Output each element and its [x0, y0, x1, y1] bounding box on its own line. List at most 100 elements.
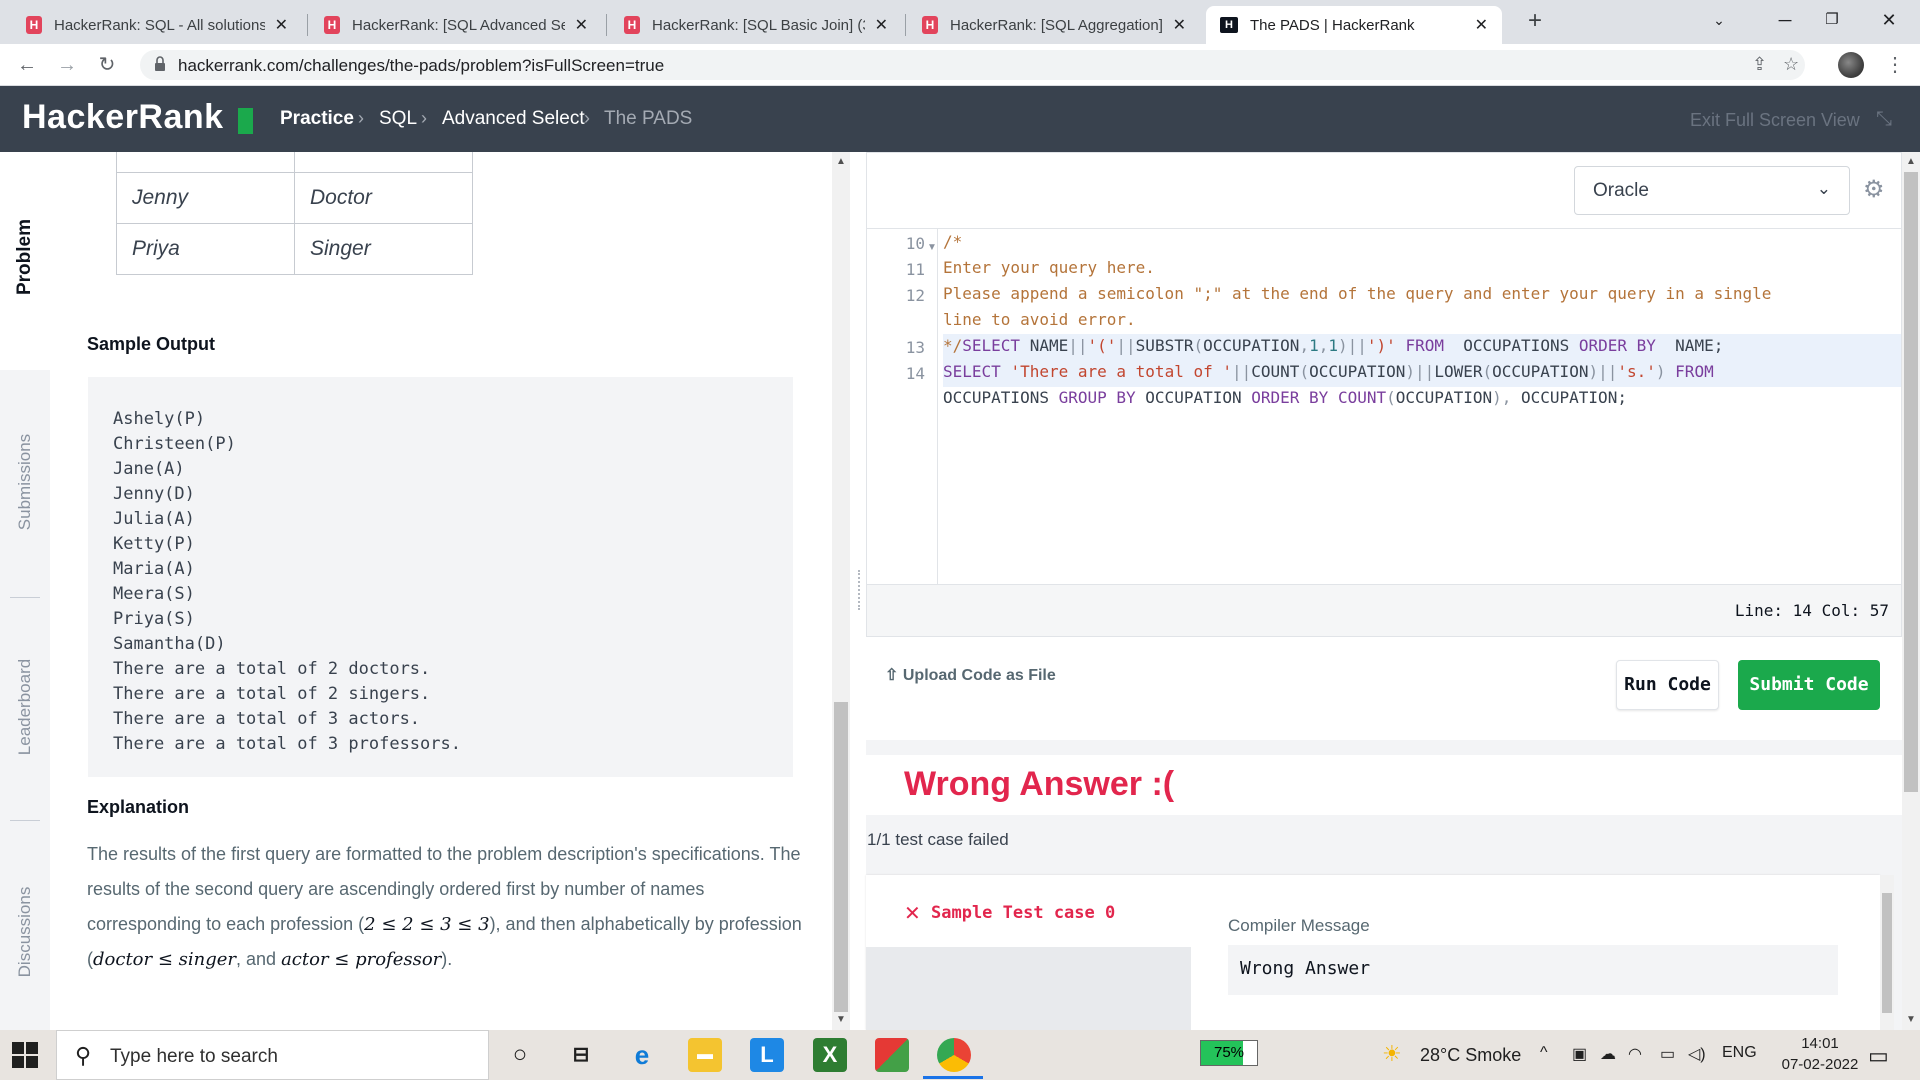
taskbar-search-box[interactable]: ⚲ Type here to search	[56, 1030, 489, 1080]
scroll-up-arrow-icon[interactable]: ▲	[1902, 156, 1920, 167]
run-code-button[interactable]: Run Code	[1616, 660, 1719, 710]
math-expression: doctor ≤ singer	[93, 949, 237, 970]
exit-fullscreen-link[interactable]: Exit Full Screen View	[1690, 110, 1860, 131]
clock-time[interactable]: 14:01	[1790, 1035, 1850, 1052]
scroll-up-arrow-icon[interactable]: ▲	[832, 156, 850, 167]
upload-code-link[interactable]: ⇧ Upload Code as File	[885, 665, 1056, 685]
tab-leaderboard[interactable]: Leaderboard	[15, 659, 35, 755]
output-line: Meera(S)	[113, 584, 195, 604]
breadcrumb-sql[interactable]: SQL	[379, 108, 417, 130]
scrollbar-thumb[interactable]	[1904, 172, 1918, 792]
output-line: Samantha(D)	[113, 634, 226, 654]
bookmark-star-icon[interactable]: ☆	[1783, 54, 1799, 75]
cortana-icon[interactable]: ○	[503, 1038, 537, 1072]
browser-tab[interactable]: HackerRank: SQL - All solutions ( ✕	[12, 6, 302, 44]
excel-icon[interactable]: X	[813, 1038, 847, 1072]
scrollbar-thumb[interactable]	[1882, 893, 1892, 1013]
volume-icon[interactable]: ◁)	[1688, 1044, 1706, 1064]
url-text: hackerrank.com/challenges/the-pads/probl…	[178, 56, 665, 75]
explanation-text: The results of the first query are forma…	[87, 837, 807, 977]
restore-icon[interactable]: ❐	[1809, 0, 1855, 40]
code-editor: Oracle ⌄ ⚙ 10 11 12 13 14 ▼ /* Enter you…	[866, 152, 1902, 637]
tab-search-chevron-icon[interactable]: ⌄	[1696, 0, 1742, 40]
back-arrow-icon[interactable]: ←	[12, 50, 42, 80]
tab-submissions[interactable]: Submissions	[15, 434, 35, 530]
fold-arrow-icon[interactable]: ▼	[927, 242, 937, 253]
task-view-icon[interactable]: ⊟	[564, 1038, 598, 1072]
tab-title: HackerRank: [SQL Basic Join] (3/8	[652, 16, 865, 34]
output-line: Christeen(P)	[113, 434, 236, 454]
new-tab-plus-icon[interactable]: +	[1520, 6, 1550, 36]
output-line: Priya(S)	[113, 609, 195, 629]
close-tab-icon[interactable]: ✕	[1173, 15, 1186, 35]
weather-text[interactable]: 28°C Smoke	[1420, 1045, 1521, 1066]
table-cell: Priya	[116, 223, 295, 275]
language-select[interactable]: Oracle ⌄	[1574, 166, 1850, 215]
hackerrank-header: HackerRank Practice › SQL › Advanced Sel…	[0, 86, 1920, 152]
minimize-icon[interactable]: ─	[1762, 0, 1808, 40]
problem-statement-pane: Jenny Doctor Priya Singer Sample Output …	[50, 152, 832, 1030]
tab-title: HackerRank: [SQL Advanced Sele	[352, 16, 565, 34]
chrome-icon[interactable]	[937, 1038, 971, 1072]
wifi-icon[interactable]: ◠	[1628, 1044, 1642, 1064]
problem-scrollbar[interactable]: ▲ ▼	[832, 152, 850, 1030]
reload-icon[interactable]: ↻	[92, 50, 122, 80]
submit-code-button[interactable]: Submit Code	[1738, 660, 1880, 710]
language-value: Oracle	[1593, 180, 1649, 201]
collapse-icon[interactable]: ⤡	[1876, 108, 1892, 131]
editor-side-scrollbar[interactable]: ▲ ▼	[1902, 152, 1920, 1030]
close-tab-icon[interactable]: ✕	[1475, 15, 1488, 35]
test-case-tab[interactable]: ✕ Sample Test case 0	[866, 875, 1191, 947]
hackerrank-favicon-icon	[26, 16, 42, 34]
fail-x-icon: ✕	[904, 903, 921, 925]
breadcrumb-advanced-select[interactable]: Advanced Select	[442, 108, 585, 130]
hackerrank-logo[interactable]: HackerRank	[22, 98, 224, 137]
result-scrollbar[interactable]	[1880, 875, 1894, 1030]
scroll-down-arrow-icon[interactable]: ▼	[1902, 1014, 1920, 1025]
share-icon[interactable]: ⇪	[1752, 54, 1767, 75]
browser-tab[interactable]: HackerRank: [SQL Aggregation] ( ✕	[908, 6, 1200, 44]
close-window-icon[interactable]: ✕	[1866, 0, 1912, 40]
cloud-icon[interactable]: ☁	[1600, 1044, 1616, 1064]
tab-problem[interactable]: Problem	[14, 219, 36, 295]
app-l-icon[interactable]: L	[750, 1038, 784, 1072]
test-case-panel: ✕ Sample Test case 0 Compiler Message Wr…	[866, 875, 1880, 1030]
browser-menu-icon[interactable]: ⋮	[1885, 52, 1905, 77]
browser-tab-active[interactable]: The PADS | HackerRank ✕	[1206, 6, 1502, 44]
pane-resize-handle[interactable]	[858, 570, 862, 610]
battery-meter: 75%	[1200, 1040, 1258, 1066]
gear-icon[interactable]: ⚙	[1863, 175, 1885, 204]
close-tab-icon[interactable]: ✕	[575, 15, 588, 35]
scrollbar-thumb[interactable]	[834, 702, 848, 1012]
browser-tab[interactable]: HackerRank: [SQL Advanced Sele ✕	[310, 6, 602, 44]
forward-arrow-icon[interactable]: →	[52, 50, 82, 80]
notification-icon[interactable]: ▭	[1868, 1043, 1889, 1069]
battery-icon[interactable]: ▭	[1660, 1044, 1675, 1064]
scroll-down-arrow-icon[interactable]: ▼	[832, 1014, 850, 1025]
windows-start-icon[interactable]	[12, 1042, 38, 1068]
close-tab-icon[interactable]: ✕	[275, 15, 288, 35]
input-language[interactable]: ENG	[1722, 1044, 1757, 1062]
profile-avatar[interactable]	[1838, 52, 1864, 78]
app-grid-icon[interactable]	[875, 1038, 909, 1072]
address-bar[interactable]: hackerrank.com/challenges/the-pads/probl…	[140, 50, 1805, 80]
close-tab-icon[interactable]: ✕	[875, 15, 888, 35]
clock-date[interactable]: 07-02-2022	[1775, 1056, 1865, 1073]
device-icon[interactable]: ▣	[1572, 1044, 1587, 1064]
tab-divider	[10, 820, 40, 821]
code-text-area[interactable]: /* Enter your query here. Please append …	[943, 229, 1901, 584]
breadcrumb-practice[interactable]: Practice	[280, 108, 354, 130]
search-icon: ⚲	[75, 1043, 92, 1068]
breadcrumb-current: The PADS	[604, 108, 693, 129]
file-explorer-icon[interactable]: ▬	[688, 1038, 722, 1072]
code-line: OCCUPATIONS GROUP BY OCCUPATION ORDER BY…	[943, 388, 1627, 407]
chevron-up-icon[interactable]: ^	[1540, 1044, 1548, 1062]
edge-browser-icon[interactable]: e	[625, 1038, 659, 1072]
vertical-tab-bar: Problem Submissions Leaderboard Discussi…	[0, 152, 50, 1030]
line-number: 10	[905, 234, 925, 253]
code-line: SELECT 'There are a total of '||COUNT(OC…	[943, 362, 1714, 381]
tab-discussions[interactable]: Discussions	[15, 887, 35, 978]
browser-tab[interactable]: HackerRank: [SQL Basic Join] (3/8 ✕	[610, 6, 902, 44]
output-line: There are a total of 2 doctors.	[113, 659, 431, 679]
math-expression: actor ≤ professor	[281, 949, 442, 970]
